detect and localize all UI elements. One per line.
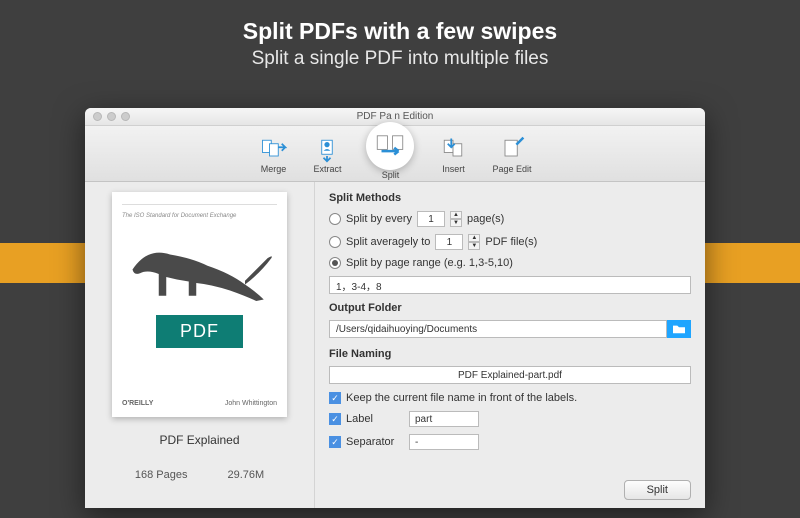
pdf-thumbnail[interactable]: The ISO Standard for Document Exchange P…	[112, 192, 287, 417]
merge-button[interactable]: Merge	[258, 134, 288, 174]
split-avg-pre: Split averagely to	[346, 236, 430, 248]
file-name: PDF Explained	[159, 433, 239, 447]
split-label: Split	[382, 170, 400, 180]
split-every-post: page(s)	[467, 213, 504, 225]
split-range-option[interactable]: Split by page range (e.g. 1,3-5,10)	[329, 257, 691, 269]
insert-icon	[438, 134, 468, 164]
split-average-option[interactable]: Split averagely to 1 ▲▼ PDF file(s)	[329, 234, 691, 250]
insert-label: Insert	[442, 164, 465, 174]
window-title: PDF Pa n Edition	[85, 111, 705, 122]
split-avg-post: PDF file(s)	[485, 236, 537, 248]
keep-name-label: Keep the current file name in front of t…	[346, 392, 577, 404]
every-stepper[interactable]: ▲▼	[450, 211, 462, 227]
page-edit-icon	[497, 134, 527, 164]
label-option[interactable]: Label part	[329, 411, 691, 427]
thumb-footer: O'REILLY John Whittington	[122, 400, 277, 407]
publisher-label: O'REILLY	[122, 400, 153, 407]
thumb-topbar	[122, 202, 277, 205]
page-count: 168 Pages	[135, 469, 188, 481]
cover-illustration	[122, 229, 277, 309]
extract-button[interactable]: Extract	[312, 134, 342, 174]
separator-text: Separator	[346, 436, 404, 448]
output-path-row: /Users/qidaihuoying/Documents	[329, 320, 691, 338]
every-value-input[interactable]: 1	[417, 211, 445, 227]
separator-checkbox[interactable]	[329, 436, 341, 448]
file-size: 29.76M	[227, 469, 264, 481]
label-input[interactable]: part	[409, 411, 479, 427]
split-every-pre: Split by every	[346, 213, 412, 225]
merge-icon	[258, 134, 288, 164]
file-stats: 168 Pages 29.76M	[135, 469, 264, 481]
promo-band-left	[0, 243, 85, 283]
avg-stepper[interactable]: ▲▼	[468, 234, 480, 250]
insert-button[interactable]: Insert	[438, 134, 468, 174]
range-input[interactable]: 1，3-4，8	[329, 276, 691, 294]
options-panel: Split Methods Split by every 1 ▲▼ page(s…	[315, 182, 705, 508]
promo-headline: Split PDFs with a few swipes Split a sin…	[0, 18, 800, 70]
radio-range[interactable]	[329, 257, 341, 269]
toolbar: Merge Extract Split Insert Page Edit	[85, 126, 705, 182]
promo-subtitle: Split a single PDF into multiple files	[0, 48, 800, 70]
split-every-option[interactable]: Split by every 1 ▲▼ page(s)	[329, 211, 691, 227]
file-naming-header: File Naming	[329, 348, 691, 360]
pdf-badge: PDF	[156, 315, 243, 348]
separator-input[interactable]: -	[409, 434, 479, 450]
content-area: The ISO Standard for Document Exchange P…	[85, 182, 705, 508]
thumb-subtitle: The ISO Standard for Document Exchange	[122, 213, 277, 219]
browse-folder-button[interactable]	[667, 320, 691, 338]
split-methods-header: Split Methods	[329, 192, 691, 204]
avg-value-input[interactable]: 1	[435, 234, 463, 250]
merge-label: Merge	[261, 164, 287, 174]
keep-name-option[interactable]: Keep the current file name in front of t…	[329, 392, 691, 404]
split-range-label: Split by page range (e.g. 1,3-5,10)	[346, 257, 513, 269]
folder-icon	[672, 323, 686, 335]
promo-title: Split PDFs with a few swipes	[0, 18, 800, 45]
promo-band-right	[705, 243, 800, 283]
preview-panel: The ISO Standard for Document Exchange P…	[85, 182, 315, 508]
page-edit-label: Page Edit	[492, 164, 531, 174]
separator-option[interactable]: Separator -	[329, 434, 691, 450]
label-text: Label	[346, 413, 404, 425]
output-folder-header: Output Folder	[329, 302, 691, 314]
extract-label: Extract	[313, 164, 341, 174]
radio-average[interactable]	[329, 236, 341, 248]
author-label: John Whittington	[225, 400, 277, 407]
app-window: PDF Pa n Edition Merge Extract Split	[85, 108, 705, 508]
label-checkbox[interactable]	[329, 413, 341, 425]
split-icon	[366, 122, 414, 170]
keep-name-checkbox[interactable]	[329, 392, 341, 404]
extract-icon	[312, 134, 342, 164]
page-edit-button[interactable]: Page Edit	[492, 134, 531, 174]
naming-preview[interactable]: PDF Explained-part.pdf	[329, 366, 691, 384]
radio-every[interactable]	[329, 213, 341, 225]
output-path-input[interactable]: /Users/qidaihuoying/Documents	[329, 320, 667, 338]
split-button[interactable]: Split	[366, 128, 414, 180]
split-action-button[interactable]: Split	[624, 480, 691, 500]
